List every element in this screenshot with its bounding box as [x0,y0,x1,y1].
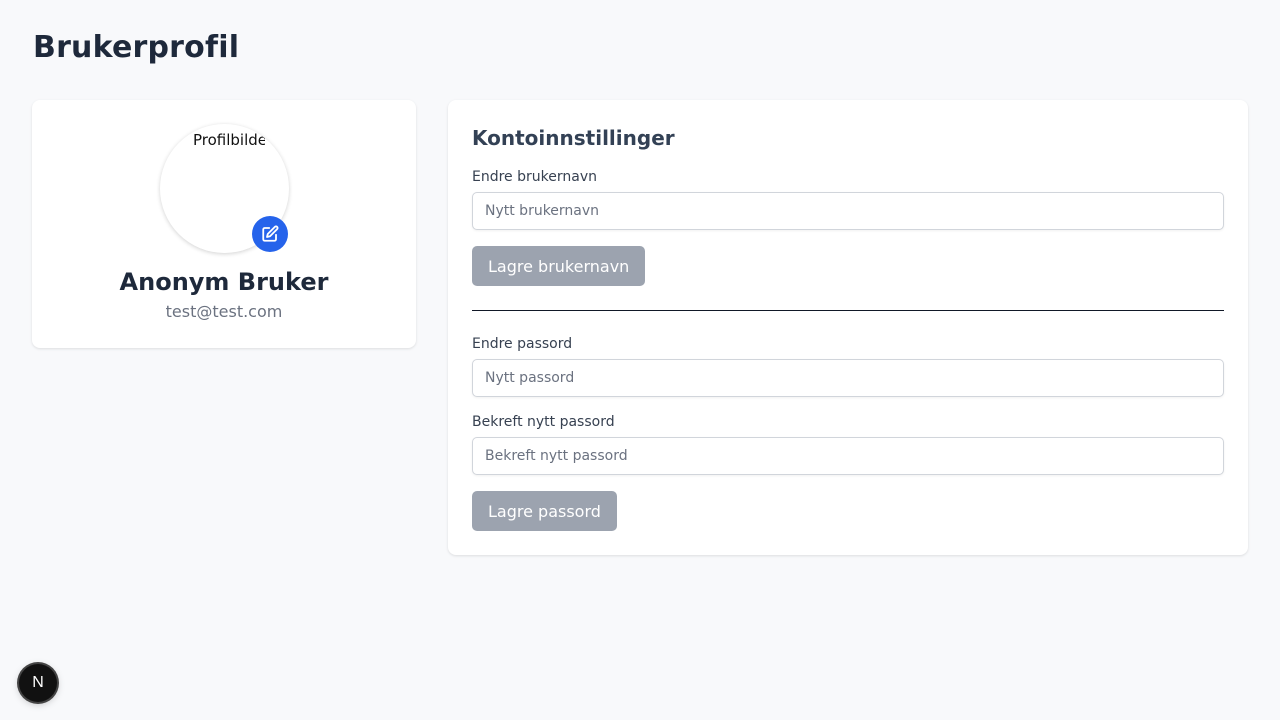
avatar-alt-text: Profilbilde [193,131,265,149]
save-username-button[interactable]: Lagre brukernavn [472,246,646,286]
edit-avatar-button[interactable] [252,216,288,252]
user-name: Anonym Bruker [119,268,329,296]
save-password-button[interactable]: Lagre passord [472,491,617,531]
dev-tools-badge[interactable]: N [19,664,57,702]
edit-icon [262,225,279,242]
new-password-input[interactable] [472,359,1224,397]
username-label: Endre brukernavn [472,169,597,185]
page-title: Brukerprofil [33,30,240,65]
confirm-password-label: Bekreft nytt passord [472,414,615,430]
confirm-password-input[interactable] [472,437,1224,475]
username-input[interactable] [472,192,1224,230]
password-label: Endre passord [472,336,573,352]
user-email: test@test.com [165,302,283,321]
divider [472,310,1224,311]
n-logo-icon: N [32,674,44,691]
section-title: Kontoinnstillinger [472,126,675,150]
